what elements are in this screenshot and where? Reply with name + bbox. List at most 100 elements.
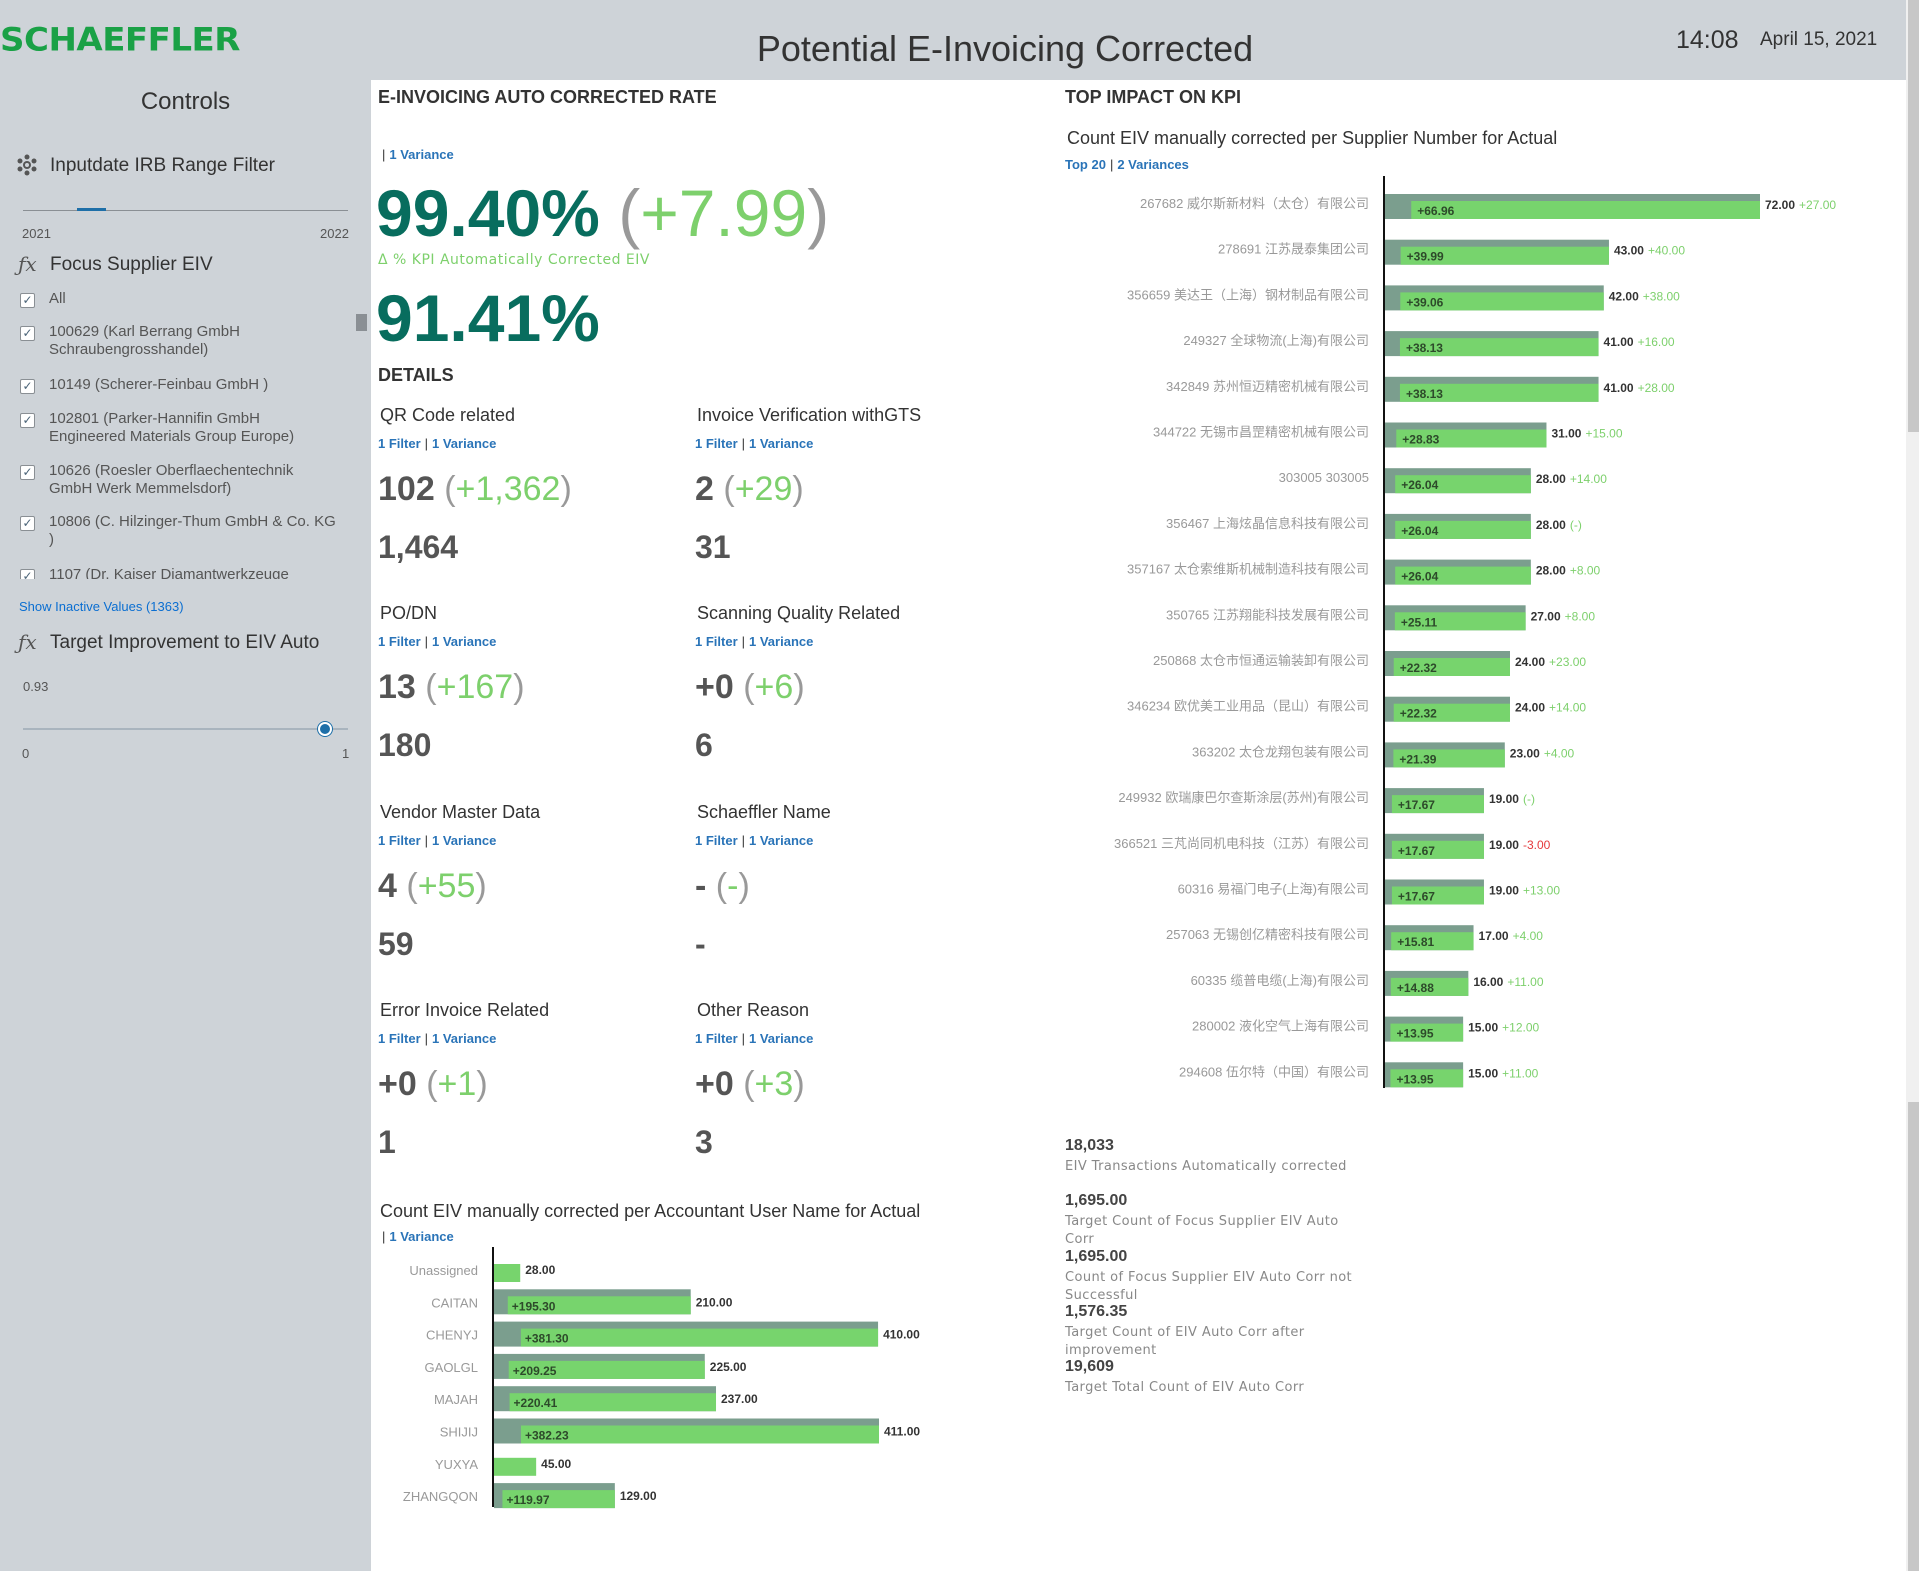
category-label: 249327 全球物流(上海)有限公司 xyxy=(1183,333,1369,348)
checkbox-item-supplier[interactable]: ✓ 1107 (Dr. Kaiser Diamantwerkzeuge xyxy=(20,566,350,579)
tile-links[interactable]: 1 Filter | 1 Variance xyxy=(378,833,496,848)
checkbox-item-supplier[interactable]: ✓ 102801 (Parker-Hannifin GmbH Engineere… xyxy=(20,410,350,446)
value-label: 42.00 +38.00 xyxy=(1609,289,1680,303)
page-title: Potential E-Invoicing Corrected xyxy=(756,28,1254,69)
top-impact-title: TOP IMPACT ON KPI xyxy=(1065,87,1242,107)
tile-value: +0 (+3) xyxy=(695,1065,805,1103)
tile-title: Error Invoice Related xyxy=(380,1000,550,1020)
page-scrollbar-thumb[interactable] xyxy=(1908,1102,1919,1571)
checkbox-item-supplier[interactable]: ✓ 10149 (Scherer-Feinbau GmbH ) xyxy=(20,376,350,396)
target-slider-handle[interactable] xyxy=(318,722,332,736)
range-slider-selection[interactable] xyxy=(77,208,106,211)
variance-label: +22.32 xyxy=(1400,707,1437,721)
category-label: ZHANGQON xyxy=(403,1489,478,1504)
kpi-variance-link[interactable]: | 1 Variance xyxy=(382,147,454,162)
tile-links[interactable]: 1 Filter | 1 Variance xyxy=(695,436,813,451)
bar-value xyxy=(494,1264,521,1282)
checkbox[interactable]: ✓ xyxy=(20,516,35,531)
tile-title: Scanning Quality Related xyxy=(697,603,901,623)
variance-label: +17.67 xyxy=(1398,798,1435,812)
category-label: 60316 易福门电子(上海)有限公司 xyxy=(1178,882,1369,897)
checkbox[interactable]: ✓ xyxy=(20,569,35,579)
category-label: 280002 液化空气上海有限公司 xyxy=(1192,1019,1369,1034)
checkbox[interactable]: ✓ xyxy=(20,465,35,480)
tile-links[interactable]: 1 Filter | 1 Variance xyxy=(695,833,813,848)
kpi-section-title: E-INVOICING AUTO CORRECTED RATE xyxy=(378,87,717,107)
tile-total: 3 xyxy=(695,1124,713,1160)
category-label: 357167 太仓索维斯机械制造科技有限公司 xyxy=(1127,562,1369,577)
accountant-variance-link[interactable]: | 1 Variance xyxy=(382,1229,454,1244)
tile-value: 2 (+29) xyxy=(695,470,804,508)
clock-time: 14:08 xyxy=(1676,26,1739,54)
category-label: Unassigned xyxy=(409,1263,478,1278)
filter-list-scrollbar[interactable] xyxy=(356,314,367,331)
supplier-chart-title: Count EIV manually corrected per Supplie… xyxy=(1067,128,1558,148)
stat-value: 18,033 xyxy=(1065,1137,1114,1154)
value-label: 17.00 +4.00 xyxy=(1479,929,1544,943)
variance-label: +13.95 xyxy=(1396,1027,1433,1041)
tile-total: 59 xyxy=(378,926,414,962)
value-label: 28.00 +14.00 xyxy=(1536,472,1607,486)
category-label: 350765 江苏翔能科技发展有限公司 xyxy=(1166,607,1369,622)
checkbox-item-all[interactable]: ✓ All xyxy=(20,290,350,310)
checkbox-item-supplier[interactable]: ✓ 100629 (Karl Berrang GmbH Schraubengro… xyxy=(20,323,350,359)
value-label: 28.00 xyxy=(525,1263,555,1277)
variance-label: +381.30 xyxy=(525,1332,569,1346)
category-label: 60335 缆普电缆(上海)有限公司 xyxy=(1191,973,1369,988)
tile-total: 1 xyxy=(378,1124,396,1160)
value-label: 237.00 xyxy=(721,1392,758,1406)
bar-variance xyxy=(520,1425,879,1444)
value-label: 24.00 +23.00 xyxy=(1515,655,1586,669)
clock-date: April 15, 2021 xyxy=(1760,29,1878,50)
variance-label: +26.04 xyxy=(1401,570,1438,584)
variance-label: +26.04 xyxy=(1401,478,1438,492)
supplier-chart-links[interactable]: Top 20 | 2 Variances xyxy=(1065,157,1189,172)
category-label: 267682 威尔斯新材料（太仓）有限公司 xyxy=(1140,196,1369,211)
target-slider-track[interactable] xyxy=(23,728,348,730)
variance-label: +14.88 xyxy=(1397,981,1434,995)
tile-value: 4 (+55) xyxy=(378,867,487,905)
value-label: 19.00 (-) xyxy=(1489,792,1535,806)
accountant-chart-title: Count EIV manually corrected per Account… xyxy=(380,1201,921,1221)
variance-label: +13.95 xyxy=(1396,1072,1433,1086)
value-label: 15.00 +12.00 xyxy=(1468,1021,1539,1035)
checkbox-item-supplier[interactable]: ✓ 10626 (Roesler Oberflaechentechnik Gmb… xyxy=(20,462,350,498)
tile-links[interactable]: 1 Filter | 1 Variance xyxy=(378,1031,496,1046)
category-label: 278691 江苏晟泰集团公司 xyxy=(1218,242,1369,257)
tile-title: Schaeffler Name xyxy=(697,802,831,822)
value-label: 41.00 +16.00 xyxy=(1604,335,1675,349)
variance-label: +25.11 xyxy=(1401,615,1438,629)
page-scrollbar-thumb[interactable] xyxy=(1908,0,1919,432)
category-label: 366521 三芃尚同机电科技（江苏）有限公司 xyxy=(1114,836,1369,851)
checkbox[interactable]: ✓ xyxy=(20,326,35,341)
value-label: 31.00 +15.00 xyxy=(1551,427,1622,441)
stat-label: Target Count of EIV Auto Corr after impr… xyxy=(1065,1325,1305,1358)
stat-value: 1,576.35 xyxy=(1065,1303,1128,1320)
variance-label: +38.13 xyxy=(1406,387,1443,401)
range-filter-label: Inputdate IRB Range Filter xyxy=(50,155,275,176)
tile-title: Vendor Master Data xyxy=(380,802,541,822)
variance-label: +28.83 xyxy=(1402,433,1439,447)
range-slider-track[interactable] xyxy=(23,210,348,211)
tile-links[interactable]: 1 Filter | 1 Variance xyxy=(378,436,496,451)
tile-links[interactable]: 1 Filter | 1 Variance xyxy=(378,634,496,649)
kpi-total: 91.41% xyxy=(376,281,600,355)
stat-value: 1,695.00 xyxy=(1065,1248,1128,1265)
tile-links[interactable]: 1 Filter | 1 Variance xyxy=(695,634,813,649)
checkbox[interactable]: ✓ xyxy=(20,379,35,394)
variance-label: +22.32 xyxy=(1400,661,1437,675)
checkbox[interactable]: ✓ xyxy=(20,293,35,308)
checkbox-item-supplier[interactable]: ✓ 10806 (C. Hilzinger-Thum GmbH & Co. KG… xyxy=(20,513,350,549)
value-label: 24.00 +14.00 xyxy=(1515,701,1586,715)
category-label: SHIJIJ xyxy=(440,1425,478,1440)
tile-links[interactable]: 1 Filter | 1 Variance xyxy=(695,1031,813,1046)
formula-icon: ƒx xyxy=(18,630,37,654)
category-label: 250868 太仓市恒通运输装卸有限公司 xyxy=(1153,653,1369,668)
variance-label: +39.06 xyxy=(1406,295,1443,309)
show-inactive-link[interactable]: Show Inactive Values (1363) xyxy=(19,599,184,614)
supplier-bar-chart: 267682 威尔斯新材料（太仓）有限公司 +66.96 72.00 +27.00 27… xyxy=(1114,176,1836,1088)
category-label: 344722 无锡市昌罡精密机械有限公司 xyxy=(1153,425,1369,440)
variance-label: +39.99 xyxy=(1407,250,1444,264)
checkbox[interactable]: ✓ xyxy=(20,413,35,428)
supplier-filter-label: Focus Supplier EIV xyxy=(50,254,213,275)
